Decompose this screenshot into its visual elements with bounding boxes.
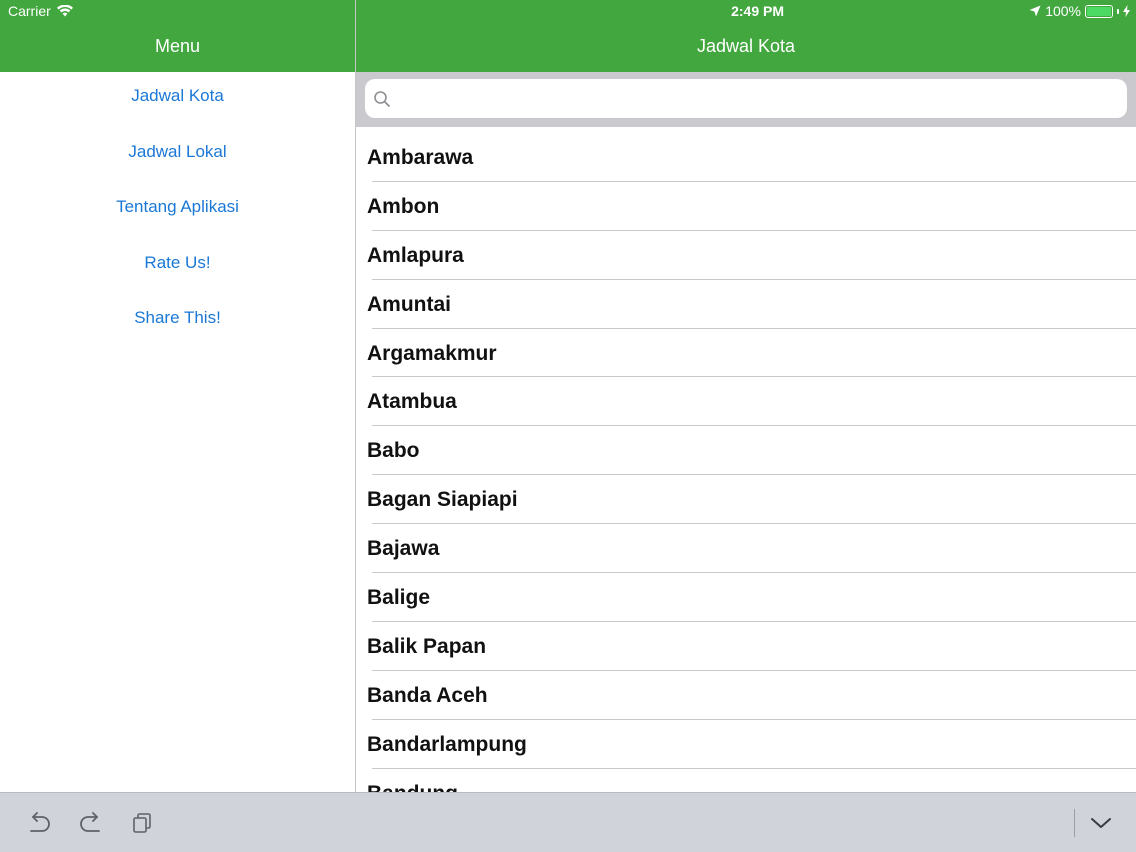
master-title: Menu	[154, 36, 201, 56]
city-list: Ambarawa Ambon Amlapura Amuntai Argamakmur At…	[356, 133, 1136, 792]
carrier-label: Carrier	[8, 3, 51, 19]
city-name: Babo	[367, 439, 420, 463]
table-row[interactable]: Bagan Siapiapi	[356, 475, 1136, 525]
table-row[interactable]: Bandung	[356, 769, 1136, 792]
table-row[interactable]: Balik Papan	[356, 622, 1136, 671]
shortcut-bar-divider	[1074, 809, 1075, 837]
table-row[interactable]: Banda Aceh	[356, 671, 1136, 720]
city-name: Argamakmur	[367, 341, 497, 365]
city-name: Bagan Siapiapi	[367, 488, 518, 512]
table-row[interactable]: Amuntai	[356, 280, 1136, 329]
battery-cap	[1117, 8, 1119, 14]
master-pane: Carrier Menu Jadwal Kota Jadwal Lokal Te…	[0, 0, 355, 852]
status-bar-left: Carrier	[8, 3, 73, 19]
menu-item-tentang-aplikasi[interactable]: Tentang Aplikasi	[0, 183, 355, 239]
city-name: Amuntai	[367, 292, 451, 316]
menu-item-jadwal-kota[interactable]: Jadwal Kota	[0, 72, 355, 128]
undo-button[interactable]	[24, 809, 54, 837]
redo-button[interactable]	[76, 809, 106, 837]
menu-list: Jadwal Kota Jadwal Lokal Tentang Aplikas…	[0, 72, 355, 350]
battery-level	[1087, 6, 1111, 16]
location-arrow-icon	[1029, 5, 1041, 17]
table-row[interactable]: Bajawa	[356, 524, 1136, 574]
status-bar-right: 100%	[1029, 3, 1130, 19]
master-nav-bar: Carrier Menu	[0, 0, 355, 72]
wifi-icon	[56, 5, 73, 17]
search-icon	[374, 91, 390, 107]
table-row[interactable]: Atambua	[356, 377, 1136, 427]
menu-item-jadwal-lokal[interactable]: Jadwal Lokal	[0, 128, 355, 184]
detail-title: Jadwal Kota	[696, 36, 796, 56]
paste-icon	[133, 813, 151, 833]
battery-icon	[1085, 4, 1113, 18]
detail-pane: 2:49 PM 100% Jadwal Kota Ambarawa Ambon Am…	[356, 0, 1136, 852]
menu-item-rate-us[interactable]: Rate Us!	[0, 239, 355, 295]
bolt-icon	[1123, 5, 1130, 17]
hide-keyboard-button[interactable]	[1086, 809, 1116, 837]
battery-percent: 100%	[1045, 3, 1081, 19]
paste-button[interactable]	[127, 809, 157, 837]
city-name: Ambarawa	[367, 146, 474, 169]
table-row[interactable]: Amlapura	[356, 231, 1136, 280]
search-bar	[356, 72, 1136, 127]
city-name: Balik Papan	[367, 634, 487, 658]
detail-nav-bar: 2:49 PM 100% Jadwal Kota	[356, 0, 1136, 72]
table-row[interactable]: Argamakmur	[356, 329, 1136, 378]
search-input[interactable]	[397, 79, 1117, 118]
city-name: Amlapura	[367, 243, 464, 267]
city-name: Bandarlampung	[367, 732, 527, 756]
menu-item-share-this[interactable]: Share This!	[0, 294, 355, 350]
city-name: Bajawa	[367, 537, 440, 561]
undo-icon	[30, 812, 50, 832]
keyboard-shortcut-bar	[0, 792, 1136, 852]
table-row[interactable]: Bandarlampung	[356, 720, 1136, 769]
city-name: Bandung	[367, 782, 458, 792]
city-name: Ambon	[367, 194, 440, 218]
status-time: 2:49 PM	[731, 3, 784, 19]
table-row[interactable]: Balige	[356, 573, 1136, 622]
city-name: Balige	[367, 586, 431, 610]
city-name: Atambua	[367, 390, 457, 414]
table-row[interactable]: Babo	[356, 426, 1136, 476]
chevron-down-icon	[1091, 818, 1111, 828]
search-field[interactable]	[365, 79, 1127, 118]
city-name: Banda Aceh	[367, 683, 488, 707]
table-row[interactable]: Ambon	[356, 182, 1136, 231]
table-row[interactable]: Ambarawa	[356, 133, 1136, 182]
redo-icon	[80, 812, 100, 832]
